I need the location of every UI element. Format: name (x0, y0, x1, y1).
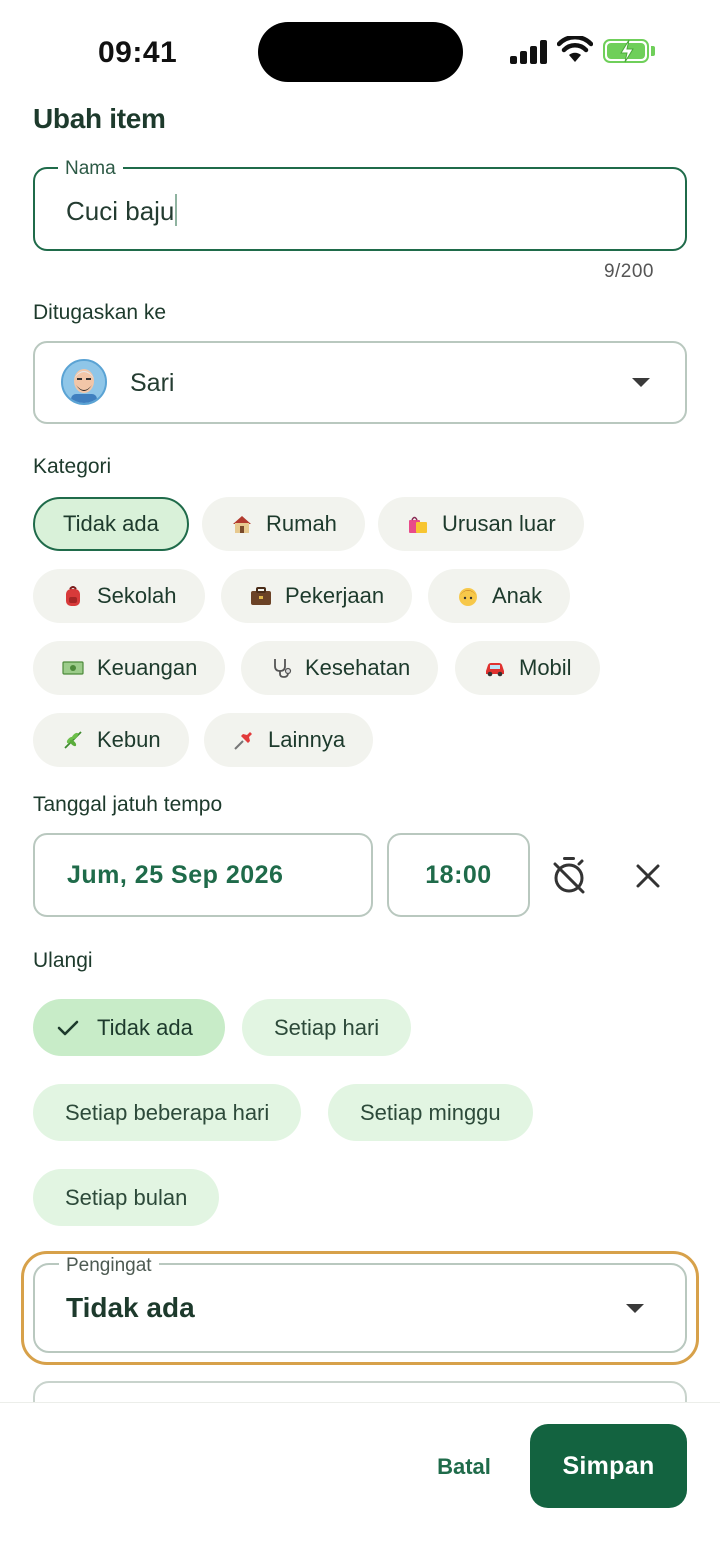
category-chip-school[interactable]: Sekolah (33, 569, 205, 623)
due-date-field[interactable]: Jum, 25 Sep 2026 (33, 833, 373, 917)
page-title: Ubah item (33, 103, 166, 134)
category-chip-label: Kesehatan (305, 655, 411, 680)
herb-icon (64, 731, 82, 749)
category-chip-home[interactable]: Rumah (202, 497, 365, 551)
category-chip-car[interactable]: Mobil (455, 641, 600, 695)
due-time-value: 18:00 (425, 860, 492, 889)
briefcase-icon (251, 587, 271, 605)
dynamic-island (258, 22, 463, 82)
category-chip-label: Lainnya (268, 727, 346, 752)
category-chip-finance[interactable]: Keuangan (33, 641, 226, 695)
category-chip-kids[interactable]: Anak (428, 569, 571, 623)
repeat-chip-weekly[interactable]: Setiap minggu (328, 1084, 533, 1141)
child-icon (459, 588, 477, 606)
text-caret (175, 194, 178, 226)
chevron-down-icon (632, 378, 650, 387)
assignee-label: Ditugaskan ke (33, 301, 167, 324)
due-date-value: Jum, 25 Sep 2026 (67, 860, 284, 889)
repeat-chip-monthly[interactable]: Setiap bulan (33, 1169, 220, 1226)
name-input-value: Cuci baju (66, 196, 175, 226)
check-icon (57, 1020, 79, 1035)
reminder-label: Pengingat (59, 1255, 159, 1277)
house-icon (233, 516, 251, 533)
repeat-chip-label: Setiap bulan (65, 1184, 188, 1210)
person-avatar-icon (61, 359, 107, 405)
category-chip-health[interactable]: Kesehatan (241, 641, 439, 695)
category-chip-label: Keuangan (97, 655, 198, 680)
reminder-value: Tidak ada (66, 1292, 195, 1323)
wifi-icon (557, 36, 593, 62)
repeat-chip-label: Tidak ada (97, 1014, 193, 1040)
stethoscope-icon (274, 659, 292, 678)
cellular-signal-icon (510, 40, 548, 64)
chevron-down-icon (626, 1304, 644, 1313)
charging-bolt-icon (620, 39, 634, 63)
category-chip-label: Anak (492, 583, 543, 608)
battery-tip (651, 46, 655, 56)
category-chip-label: Mobil (519, 655, 572, 680)
edit-item-screen: 09:41 Ubah item Nama Cuci baju 9/200 Dit… (0, 0, 720, 1564)
assignee-value: Sari (130, 369, 175, 397)
category-chip-garden[interactable]: Kebun (33, 713, 189, 767)
repeat-chip-label: Setiap minggu (360, 1099, 501, 1125)
repeat-chip-label: Setiap hari (274, 1014, 380, 1040)
category-chip-label: Urusan luar (442, 511, 556, 536)
car-icon (486, 663, 504, 677)
category-label: Kategori (33, 455, 112, 478)
pushpin-icon (234, 732, 252, 750)
money-icon (62, 661, 84, 675)
category-chip-errands[interactable]: Urusan luar (378, 497, 584, 551)
category-chip-none[interactable]: Tidak ada (33, 497, 189, 551)
save-button[interactable]: Simpan (530, 1424, 687, 1508)
due-date-label: Tanggal jatuh tempo (33, 793, 223, 816)
close-icon[interactable] (634, 862, 662, 890)
cancel-button[interactable]: Batal (420, 1447, 508, 1487)
status-time: 09:41 (98, 36, 178, 69)
repeat-label: Ulangi (33, 949, 93, 972)
due-time-field[interactable]: 18:00 (387, 833, 530, 917)
repeat-chip-daily[interactable]: Setiap hari (242, 999, 412, 1056)
category-chip-other[interactable]: Lainnya (204, 713, 374, 767)
category-chip-label: Kebun (97, 727, 161, 752)
timer-off-icon[interactable] (550, 855, 588, 895)
category-chip-label: Tidak ada (63, 511, 159, 536)
shopping-bags-icon (409, 516, 427, 533)
repeat-chip-none[interactable]: Tidak ada (33, 999, 225, 1056)
category-chip-work[interactable]: Pekerjaan (221, 569, 413, 623)
category-chip-label: Pekerjaan (285, 583, 385, 608)
category-chip-label: Sekolah (97, 583, 177, 608)
repeat-chip-label: Setiap beberapa hari (65, 1099, 270, 1125)
backpack-icon (66, 586, 80, 606)
category-chip-label: Rumah (266, 511, 337, 536)
character-counter: 9/200 (603, 261, 654, 282)
name-input[interactable]: Cuci baju (66, 194, 178, 227)
repeat-chip-every-few-days[interactable]: Setiap beberapa hari (33, 1084, 302, 1141)
name-field-label: Nama (58, 158, 123, 180)
